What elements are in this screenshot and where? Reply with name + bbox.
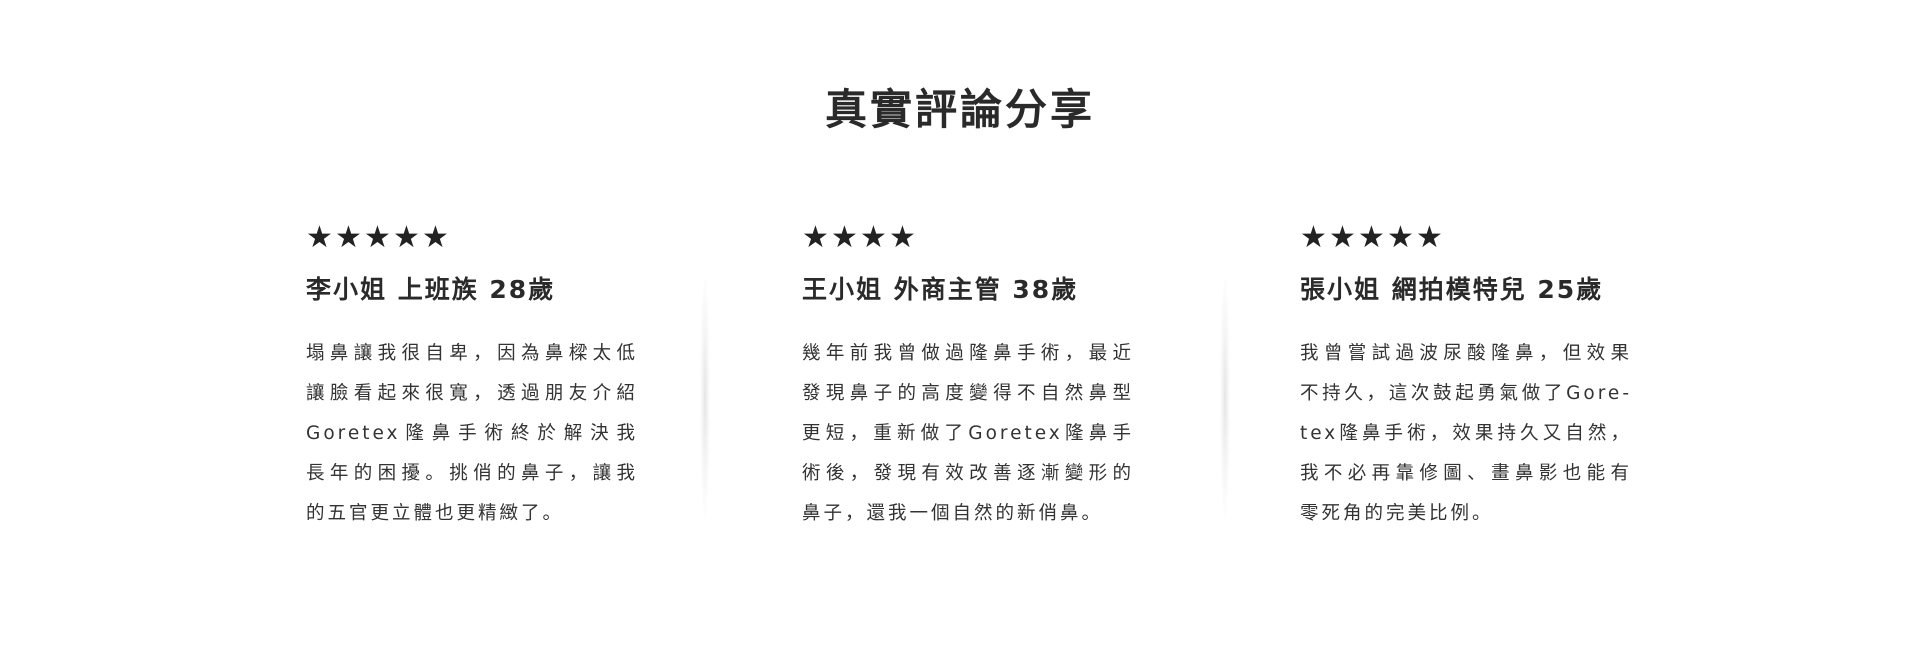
review-card: ★★★★★ 李小姐 上班族 28歲 塌鼻讓我很自卑，因為鼻樑太低 讓臉看起來很寬… [306,218,646,534]
star-icon: ★ [831,220,858,255]
section-title: 真實評論分享 [824,85,1095,134]
star-icon: ★ [393,220,420,255]
star-icon: ★ [306,220,333,255]
review-line: 不持久，這次鼓起勇氣做了Gore- [1300,383,1632,404]
review-line: 我曾嘗試過波尿酸隆鼻，但效果 [1300,343,1632,364]
review-line: Goretex隆鼻手術終於解決我 [306,423,638,444]
review-line: 我不必再靠修圖、畫鼻影也能有 [1300,463,1632,484]
reviewer-name: 張小姐 網拍模特兒 25歲 [1300,275,1604,304]
star-icon: ★ [860,220,887,255]
review-card: ★★★★ 王小姐 外商主管 38歲 幾年前我曾做過隆鼻手術，最近 發現鼻子的高度… [802,218,1142,534]
star-icon: ★ [802,220,829,255]
review-line: 更短，重新做了Goretex隆鼻手 [802,423,1134,444]
star-icon: ★ [1300,220,1327,255]
star-rating: ★★★★★ [306,218,646,258]
reviews-container: ★★★★★ 李小姐 上班族 28歲 塌鼻讓我很自卑，因為鼻樑太低 讓臉看起來很寬… [0,218,1920,548]
review-line: 塌鼻讓我很自卑，因為鼻樑太低 [306,343,638,364]
review-line: 長年的困擾。挑俏的鼻子，讓我 [306,463,638,484]
review-line: 鼻子，還我一個自然的新俏鼻。 [802,503,1104,524]
card-divider [700,278,710,518]
review-text: 我曾嘗試過波尿酸隆鼻，但效果 不持久，這次鼓起勇氣做了Gore- tex隆鼻手術… [1300,334,1632,534]
star-icon: ★ [1329,220,1356,255]
review-line: 發現鼻子的高度變得不自然鼻型 [802,383,1134,404]
review-card: ★★★★★ 張小姐 網拍模特兒 25歲 我曾嘗試過波尿酸隆鼻，但效果 不持久，這… [1300,218,1640,534]
star-icon: ★ [889,220,916,255]
review-line: 術後，發現有效改善逐漸變形的 [802,463,1134,484]
star-icon: ★ [1387,220,1414,255]
star-rating: ★★★★ [802,218,1142,258]
reviewer-name: 王小姐 外商主管 38歲 [802,275,1079,304]
review-line: 的五官更立體也更精緻了。 [306,503,565,524]
review-line: tex隆鼻手術，效果持久又自然， [1300,423,1632,444]
star-icon: ★ [1416,220,1443,255]
review-text: 塌鼻讓我很自卑，因為鼻樑太低 讓臉看起來很寬，透過朋友介紹 Goretex隆鼻手… [306,334,638,534]
review-line: 零死角的完美比例。 [1300,503,1494,524]
review-text: 幾年前我曾做過隆鼻手術，最近 發現鼻子的高度變得不自然鼻型 更短，重新做了Gor… [802,334,1134,534]
review-line: 讓臉看起來很寬，透過朋友介紹 [306,383,638,404]
review-line: 幾年前我曾做過隆鼻手術，最近 [802,343,1134,364]
star-icon: ★ [1358,220,1385,255]
star-rating: ★★★★★ [1300,218,1640,258]
star-icon: ★ [364,220,391,255]
reviewer-name: 李小姐 上班族 28歲 [306,275,556,304]
star-icon: ★ [422,220,449,255]
star-icon: ★ [335,220,362,255]
card-divider [1220,278,1230,518]
